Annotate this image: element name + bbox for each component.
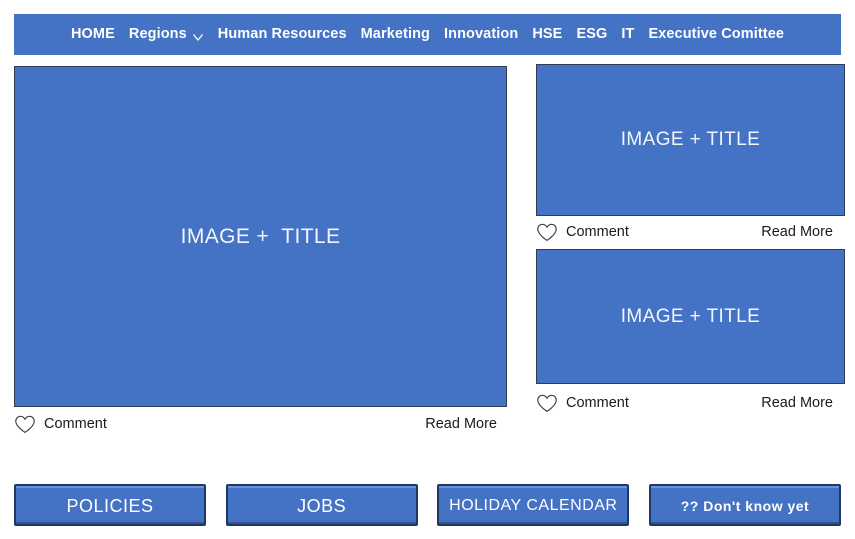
jobs-button[interactable]: JOBS: [225, 484, 418, 526]
nav-item-marketing[interactable]: Marketing: [354, 27, 437, 42]
side-bottom-card-footer: Comment Read More: [536, 391, 833, 415]
nav-item-label: Executive Comittee: [648, 26, 785, 43]
side-top-card-footer: Comment Read More: [536, 220, 833, 244]
main-navigation-bar: HOME Regions Human Resources Marketing I…: [14, 14, 841, 55]
nav-item-label: HOME: [70, 26, 115, 43]
nav-item-label: Marketing: [360, 26, 430, 43]
quick-links-button-bar: POLICIES JOBS HOLIDAY CALENDAR ?? Don't …: [14, 484, 841, 530]
heart-outline-icon[interactable]: [536, 394, 558, 413]
jobs-button-label: JOBS: [297, 495, 347, 516]
holiday-calendar-button[interactable]: HOLIDAY CALENDAR: [437, 484, 630, 526]
side-image-card-top[interactable]: IMAGE + TITLE: [536, 64, 845, 216]
nav-item-label: IT: [621, 26, 635, 43]
nav-item-label: ESG: [576, 26, 608, 43]
placeholder-button[interactable]: ?? Don't know yet: [648, 484, 841, 526]
policies-button[interactable]: POLICIES: [14, 484, 206, 526]
side-top-card-caption: IMAGE + TITLE: [620, 129, 761, 150]
heart-outline-icon[interactable]: [14, 415, 36, 434]
side-top-read-more-link[interactable]: Read More: [761, 225, 833, 240]
hero-comment-action[interactable]: Comment: [14, 415, 107, 434]
nav-item-esg[interactable]: ESG: [569, 27, 614, 42]
hero-read-more-link[interactable]: Read More: [425, 417, 497, 432]
side-bottom-card-caption: IMAGE + TITLE: [620, 305, 761, 327]
side-bottom-read-more-link[interactable]: Read More: [761, 396, 833, 411]
placeholder-button-label: ?? Don't know yet: [680, 498, 810, 514]
nav-item-label: Human Resources: [217, 26, 347, 43]
nav-item-hse[interactable]: HSE: [525, 27, 569, 42]
nav-item-human-resources[interactable]: Human Resources: [211, 27, 354, 42]
side-image-card-bottom[interactable]: IMAGE + TITLE: [536, 249, 845, 384]
side-top-comment-label: Comment: [566, 223, 629, 240]
nav-item-home[interactable]: HOME: [64, 27, 122, 42]
nav-item-label: HSE: [532, 26, 563, 43]
holiday-calendar-button-label: HOLIDAY CALENDAR: [449, 497, 618, 514]
hero-card-footer: Comment Read More: [14, 412, 497, 436]
nav-item-innovation[interactable]: Innovation: [437, 27, 525, 42]
policies-button-label: POLICIES: [66, 495, 154, 516]
side-bottom-comment-action[interactable]: Comment: [536, 394, 629, 413]
nav-item-regions[interactable]: Regions: [122, 27, 211, 42]
chevron-down-icon[interactable]: [192, 31, 204, 43]
nav-item-list: HOME Regions Human Resources Marketing I…: [64, 27, 791, 42]
nav-item-it[interactable]: IT: [614, 27, 641, 42]
nav-item-label: Regions: [128, 26, 187, 43]
hero-image-card[interactable]: IMAGE + TITLE: [14, 66, 507, 407]
side-bottom-comment-label: Comment: [566, 394, 629, 411]
heart-outline-icon[interactable]: [536, 223, 558, 242]
nav-item-executive-comittee[interactable]: Executive Comittee: [641, 27, 791, 42]
hero-comment-label: Comment: [44, 415, 107, 432]
side-top-comment-action[interactable]: Comment: [536, 223, 629, 242]
hero-card-caption: IMAGE + TITLE: [180, 224, 341, 248]
nav-item-label: Innovation: [444, 26, 519, 43]
